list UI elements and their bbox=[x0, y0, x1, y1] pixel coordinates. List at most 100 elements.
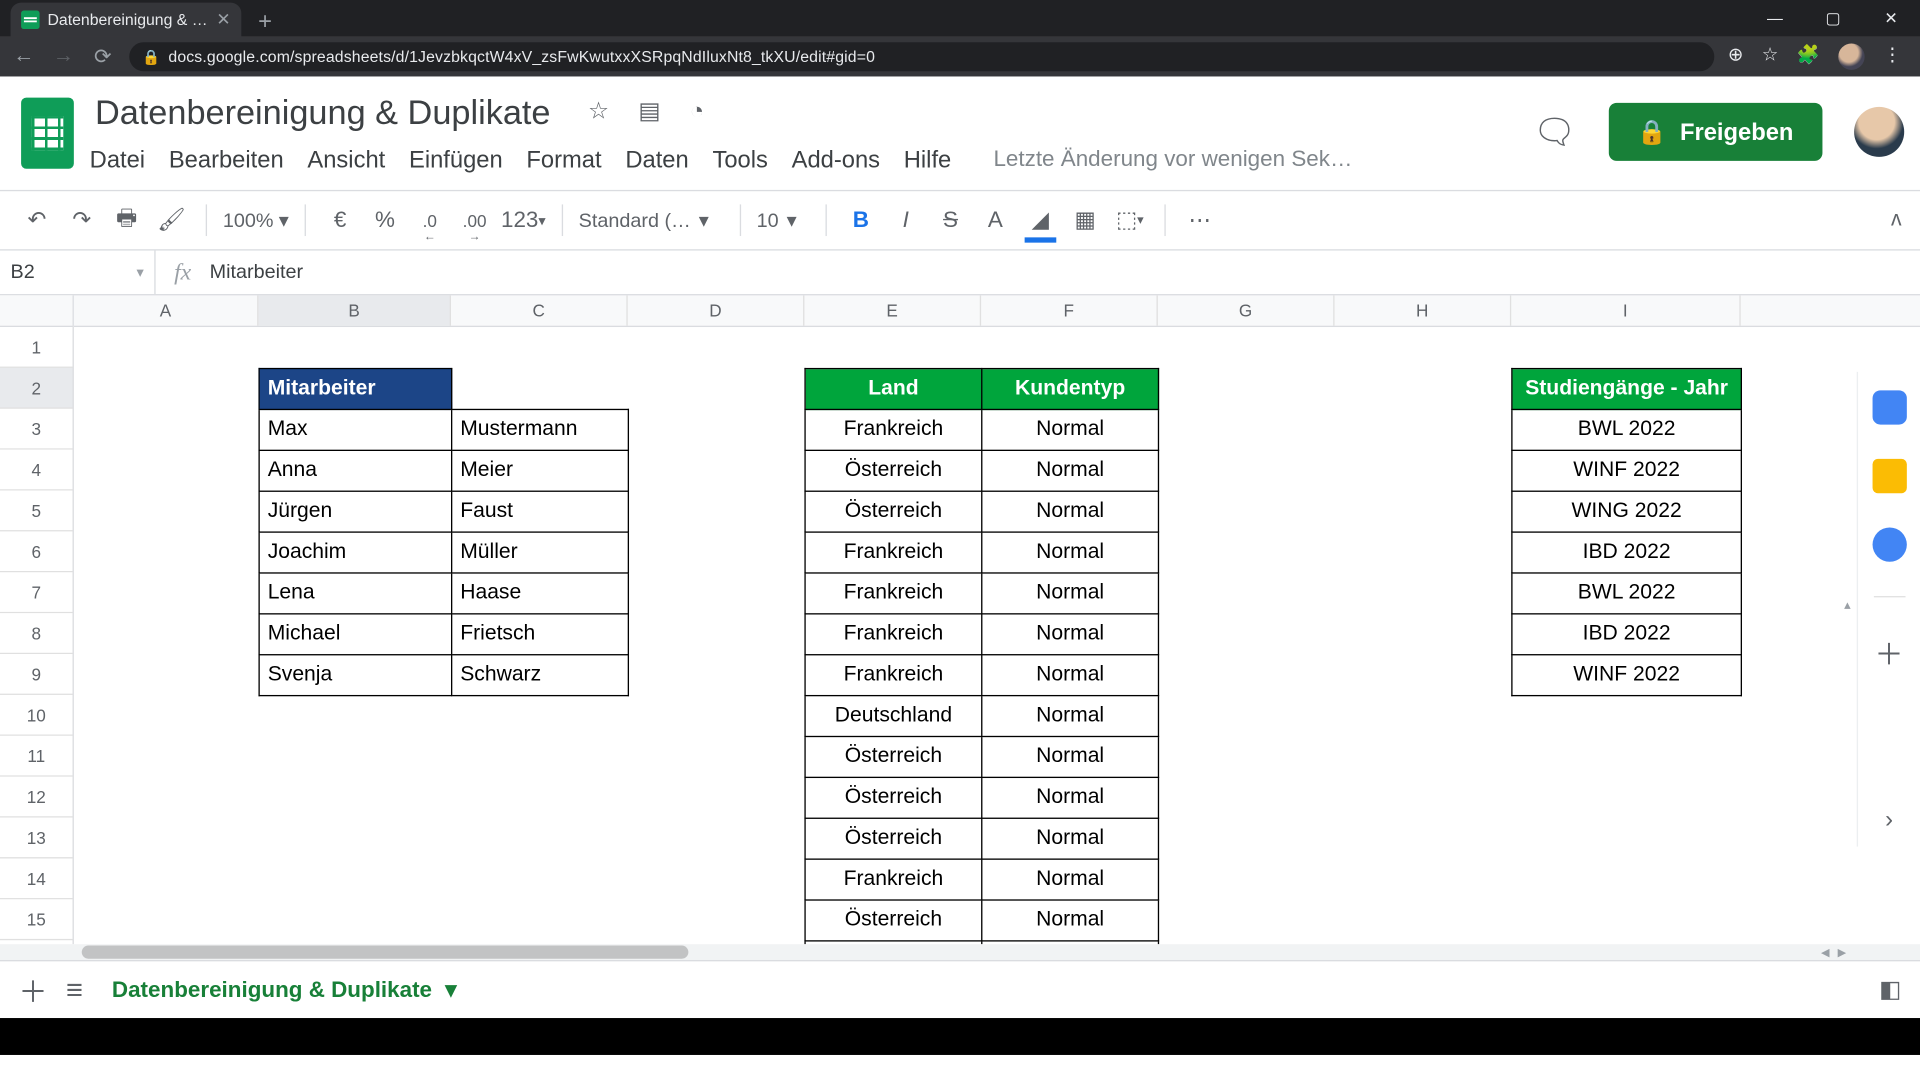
all-sheets-button[interactable]: ≡ bbox=[66, 973, 83, 1007]
cell[interactable]: Max bbox=[259, 409, 452, 450]
row-header[interactable]: 3 bbox=[0, 409, 73, 450]
cell[interactable]: Normal bbox=[982, 614, 1159, 655]
row-header[interactable]: 14 bbox=[0, 858, 73, 899]
menu-daten[interactable]: Daten bbox=[625, 146, 688, 174]
table-header[interactable]: Studiengänge - Jahr bbox=[1512, 369, 1741, 410]
row-header[interactable]: 2 bbox=[0, 368, 73, 409]
row-header[interactable]: 13 bbox=[0, 818, 73, 859]
cell[interactable]: Frankreich bbox=[805, 532, 982, 573]
explore-button[interactable]: ◧ bbox=[1879, 976, 1901, 1004]
cell[interactable]: Frietsch bbox=[452, 614, 629, 655]
row-header[interactable]: 11 bbox=[0, 736, 73, 777]
strikethrough-button[interactable]: S bbox=[932, 200, 969, 240]
share-button[interactable]: 🔒 Freigeben bbox=[1608, 103, 1822, 161]
cell[interactable]: Mustermann bbox=[452, 409, 629, 450]
cell[interactable]: Normal bbox=[982, 450, 1159, 491]
table-header[interactable]: Mitarbeiter bbox=[259, 369, 452, 410]
cell[interactable]: Normal bbox=[982, 736, 1159, 777]
cell[interactable]: Joachim bbox=[259, 532, 452, 573]
cell[interactable]: Frankreich bbox=[805, 655, 982, 696]
star-icon[interactable]: ☆ bbox=[588, 98, 609, 126]
calendar-icon[interactable] bbox=[1872, 390, 1906, 424]
cell[interactable]: WINF 2022 bbox=[1512, 655, 1741, 696]
name-box[interactable]: B2 ▾ bbox=[0, 251, 156, 295]
cell[interactable]: Österreich bbox=[805, 736, 982, 777]
row-header[interactable]: 10 bbox=[0, 695, 73, 736]
row-header[interactable]: 12 bbox=[0, 777, 73, 818]
table-header[interactable]: Land bbox=[805, 369, 982, 410]
row-header[interactable]: 1 bbox=[0, 327, 73, 368]
hide-side-panel-icon[interactable]: › bbox=[1885, 806, 1893, 834]
move-icon[interactable]: ▤ bbox=[638, 98, 660, 126]
cell[interactable]: Österreich bbox=[805, 818, 982, 859]
col-header[interactable]: C bbox=[451, 295, 628, 325]
sheets-logo-icon[interactable] bbox=[21, 98, 74, 169]
cell[interactable]: Normal bbox=[982, 532, 1159, 573]
cell[interactable]: Meier bbox=[452, 450, 629, 491]
col-header[interactable]: G bbox=[1158, 295, 1335, 325]
cell[interactable]: Normal bbox=[982, 573, 1159, 614]
last-edit-text[interactable]: Letzte Änderung vor wenigen Sek… bbox=[993, 146, 1352, 174]
col-header[interactable]: B bbox=[258, 295, 451, 325]
text-color-button[interactable]: A bbox=[977, 200, 1014, 240]
cell[interactable]: Anna bbox=[259, 450, 452, 491]
back-button[interactable]: ← bbox=[11, 45, 37, 69]
cell[interactable]: Normal bbox=[982, 696, 1159, 737]
browser-tab[interactable]: Datenbereinigung & Duplikate - ✕ bbox=[11, 3, 242, 37]
col-header[interactable]: H bbox=[1335, 295, 1512, 325]
comments-icon[interactable]: 🗨 bbox=[1533, 111, 1577, 152]
menu-bearbeiten[interactable]: Bearbeiten bbox=[169, 146, 284, 174]
account-avatar[interactable] bbox=[1854, 107, 1904, 157]
sheet-tab[interactable]: Datenbereinigung & Duplikate ▾ bbox=[101, 976, 467, 1002]
cell[interactable]: Normal bbox=[982, 491, 1159, 532]
print-button[interactable]: 🖶 bbox=[108, 200, 145, 240]
address-bar[interactable]: 🔒 docs.google.com/spreadsheets/d/1Jevzbk… bbox=[129, 42, 1714, 71]
chevron-down-icon[interactable]: ▾ bbox=[445, 976, 456, 1002]
add-on-plus-icon[interactable]: ＋ bbox=[1875, 632, 1904, 674]
cell[interactable]: Österreich bbox=[805, 491, 982, 532]
cell[interactable]: Deutschland bbox=[805, 696, 982, 737]
table-studiengaenge[interactable]: Studiengänge - Jahr BWL 2022 WINF 2022 W… bbox=[1511, 368, 1742, 696]
cell[interactable]: Normal bbox=[982, 409, 1159, 450]
cell[interactable]: IBD 2022 bbox=[1512, 532, 1741, 573]
col-header[interactable]: F bbox=[981, 295, 1158, 325]
row-header[interactable]: 7 bbox=[0, 572, 73, 613]
menu-ansicht[interactable]: Ansicht bbox=[307, 146, 385, 174]
add-sheet-button[interactable]: ＋ bbox=[18, 969, 47, 1011]
forward-button[interactable]: → bbox=[50, 45, 76, 69]
bookmark-icon[interactable]: ☆ bbox=[1762, 44, 1779, 70]
cell[interactable]: Normal bbox=[982, 900, 1159, 941]
maximize-button[interactable]: ▢ bbox=[1804, 0, 1862, 37]
cell[interactable]: Michael bbox=[259, 614, 452, 655]
scroll-left-icon[interactable]: ◂ bbox=[1821, 942, 1830, 963]
cell[interactable]: Jürgen bbox=[259, 491, 452, 532]
cell[interactable]: Österreich bbox=[805, 450, 982, 491]
cell[interactable]: BWL 2022 bbox=[1512, 409, 1741, 450]
row-header[interactable]: 6 bbox=[0, 531, 73, 572]
paint-format-button[interactable]: 🖌 bbox=[153, 200, 190, 240]
menu-hilfe[interactable]: Hilfe bbox=[904, 146, 951, 174]
italic-button[interactable]: I bbox=[887, 200, 924, 240]
col-header[interactable]: I bbox=[1511, 295, 1740, 325]
scroll-right-icon[interactable]: ▸ bbox=[1838, 942, 1847, 963]
merge-button[interactable]: ⬚ ▾ bbox=[1111, 200, 1148, 240]
profile-avatar[interactable] bbox=[1838, 44, 1864, 70]
zoom-icon[interactable]: ⊕ bbox=[1728, 44, 1743, 70]
cell[interactable]: WING 2022 bbox=[1512, 491, 1741, 532]
bold-button[interactable]: B bbox=[842, 200, 879, 240]
horizontal-scrollbar[interactable]: ◂ ▸ bbox=[0, 944, 1920, 960]
table-header[interactable]: Kundentyp bbox=[982, 369, 1159, 410]
doc-title[interactable]: Datenbereinigung & Duplikate bbox=[90, 90, 556, 135]
redo-button[interactable]: ↷ bbox=[63, 200, 100, 240]
formula-input[interactable]: Mitarbeiter bbox=[210, 261, 303, 283]
zoom-select[interactable]: 100% ▾ bbox=[223, 208, 289, 232]
cell[interactable]: Normal bbox=[982, 818, 1159, 859]
reload-button[interactable]: ⟳ bbox=[90, 44, 116, 70]
cell[interactable]: Müller bbox=[452, 532, 629, 573]
cell[interactable]: Faust bbox=[452, 491, 629, 532]
menu-tools[interactable]: Tools bbox=[712, 146, 767, 174]
fill-color-button[interactable]: ◢ bbox=[1022, 200, 1059, 240]
col-header[interactable]: A bbox=[74, 295, 259, 325]
currency-button[interactable]: € bbox=[322, 200, 359, 240]
more-toolbar-button[interactable]: ⋯ bbox=[1181, 200, 1218, 240]
